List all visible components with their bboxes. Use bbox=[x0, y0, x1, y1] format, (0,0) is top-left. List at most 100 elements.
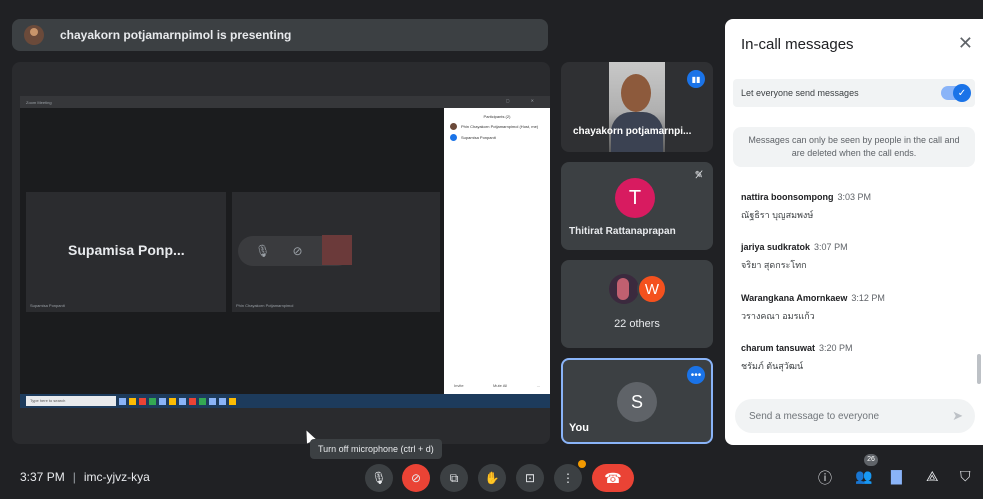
taskbar-app-icon bbox=[169, 397, 176, 405]
participant-avatar: T bbox=[615, 178, 655, 218]
shared-video-tile-right: 🎙 ⊘ ⊖ Phin Chayakorn Potjamarnpimol bbox=[232, 192, 440, 312]
more-options-icon[interactable]: ••• bbox=[687, 366, 705, 384]
panel-title: In-call messages bbox=[741, 36, 854, 53]
message-time: 3:07 PM bbox=[814, 242, 848, 252]
messages-notice: Messages can only be seen by people in t… bbox=[733, 127, 975, 167]
taskbar-app-icon bbox=[199, 397, 206, 405]
shared-screen: Zoom Meeting ▢ ✕ Supamisa Ponp... Supami… bbox=[20, 96, 550, 408]
meeting-code: imc-yjvz-kya bbox=[83, 470, 150, 484]
shared-tile-name: Supamisa Ponp... bbox=[68, 242, 185, 258]
taskbar-app-icon bbox=[129, 397, 136, 405]
phone-hangup-icon: ☎ bbox=[604, 469, 622, 486]
participant-name: chayakorn potjamarnpi... bbox=[573, 126, 692, 137]
message-sender: charum tansuwat bbox=[741, 343, 816, 353]
taskbar-app-icon bbox=[229, 397, 236, 405]
participant-tile-others[interactable]: W 22 others bbox=[561, 260, 713, 348]
info-icon[interactable]: ⓘ bbox=[818, 468, 832, 488]
taskbar-app-icon bbox=[189, 397, 196, 405]
message-text: ณัฐธิรา บุญสมพงษ์ bbox=[741, 210, 814, 220]
presenting-banner: chayakorn potjamarnpimol is presenting bbox=[12, 19, 548, 51]
shared-panel-footer: Invite Mute All ... bbox=[454, 383, 540, 388]
chat-message: charum tansuwat 3:20 PM ชรัมภ์ ตันสุวัฒน์ bbox=[741, 343, 971, 373]
shared-tile-caption-left: Supamisa Ponpanit bbox=[30, 303, 65, 308]
message-sender: jariya sudkratok bbox=[741, 242, 811, 252]
message-input-wrapper: ➤ bbox=[735, 399, 975, 433]
presentation-tile[interactable]: Zoom Meeting ▢ ✕ Supamisa Ponp... Supami… bbox=[12, 62, 550, 444]
host-controls-icon[interactable]: ⛉ bbox=[960, 468, 971, 485]
shared-tile-caption-right: Phin Chayakorn Potjamarnpimol bbox=[236, 303, 294, 308]
taskbar-app-icon bbox=[179, 397, 186, 405]
chat-message: Warangkana Amornkaew 3:12 PM วรางคณา อมรแ… bbox=[741, 293, 971, 323]
microphone-tooltip: Turn off microphone (ctrl + d) bbox=[310, 439, 442, 459]
camera-button[interactable]: ⊘ bbox=[402, 464, 430, 492]
camera-off-icon: ⊘ bbox=[410, 471, 422, 485]
microphone-button[interactable]: 🎙 bbox=[365, 464, 393, 492]
participant-avatar: S bbox=[617, 382, 657, 422]
captions-icon: ⧉ bbox=[449, 470, 459, 485]
chat-icon[interactable]: ▇ bbox=[891, 468, 902, 485]
chat-message: nattira boonsompong 3:03 PM ณัฐธิรา บุญสม… bbox=[741, 192, 971, 222]
send-icon[interactable]: ➤ bbox=[952, 408, 963, 424]
message-input[interactable] bbox=[735, 399, 935, 433]
shared-video-tile-left: Supamisa Ponp... Supamisa Ponpanit bbox=[26, 192, 226, 312]
message-time: 3:12 PM bbox=[851, 293, 885, 303]
taskbar-app-icon bbox=[149, 397, 156, 405]
shared-taskbar: Type here to search bbox=[20, 394, 550, 408]
close-icon[interactable]: ✕ bbox=[958, 33, 973, 54]
in-call-messages-panel: In-call messages ✕ Let everyone send mes… bbox=[725, 19, 983, 445]
chat-scrollbar[interactable] bbox=[977, 354, 981, 384]
shared-window-controls: ▢ ✕ bbox=[505, 98, 544, 103]
meeting-separator: | bbox=[72, 470, 76, 484]
taskbar-app-icon bbox=[119, 397, 126, 405]
shared-participants-panel: Participants (2) Phin Chayakorn Potjamar… bbox=[444, 108, 550, 394]
message-time: 3:03 PM bbox=[837, 192, 872, 202]
microphone-icon: 🎙 bbox=[371, 471, 387, 485]
taskbar-app-icon bbox=[209, 397, 216, 405]
shared-tile-thumbnail bbox=[322, 235, 352, 265]
message-time: 3:20 PM bbox=[819, 343, 853, 353]
taskbar-app-icon bbox=[159, 397, 166, 405]
mic-off-icon: 🎙 bbox=[255, 244, 271, 258]
participant-avatar-photo bbox=[609, 274, 639, 304]
taskbar-app-icon bbox=[219, 397, 226, 405]
people-icon[interactable]: 👥 bbox=[855, 468, 872, 485]
participant-tile-self[interactable]: ••• S You bbox=[561, 358, 713, 444]
meeting-info: 3:37 PM | imc-yjvz-kya bbox=[20, 470, 150, 484]
toggle-label: Let everyone send messages bbox=[741, 88, 859, 98]
present-button[interactable]: ⊡ bbox=[516, 464, 544, 492]
clock-time: 3:37 PM bbox=[20, 470, 65, 484]
participant-avatar: W bbox=[637, 274, 667, 304]
more-vert-icon: ⋮ bbox=[562, 471, 574, 485]
participant-tile-presenter[interactable]: chayakorn potjamarnpi... ▮▮ bbox=[561, 62, 713, 152]
others-count: 22 others bbox=[614, 318, 660, 330]
participant-count-badge: 26 bbox=[864, 454, 878, 466]
participant-name: You bbox=[569, 422, 589, 434]
participant-name: Thitirat Rattanaprapan bbox=[569, 226, 676, 237]
participant-face bbox=[621, 74, 651, 112]
message-text: วรางคณา อมรแก้ว bbox=[741, 311, 815, 321]
mic-off-icon: ✎̸ bbox=[694, 170, 703, 181]
message-text: ชรัมภ์ ตันสุวัฒน์ bbox=[741, 361, 804, 371]
activities-icon[interactable]: ⟁ bbox=[926, 468, 939, 485]
send-messages-toggle-row[interactable]: Let everyone send messages ✓ bbox=[733, 79, 975, 107]
more-options-button[interactable]: ⋮ bbox=[554, 464, 582, 492]
present-icon: ⊡ bbox=[524, 471, 536, 485]
chat-message: jariya sudkratok 3:07 PM จริยา สุดกระโทก bbox=[741, 242, 971, 272]
bottom-bar: 3:37 PM | imc-yjvz-kya 🎙 ⊘ ⧉ ✋ ⊡ ⋮ ☎ ⓘ 👥 2… bbox=[0, 454, 983, 499]
shared-taskbar-search: Type here to search bbox=[26, 396, 116, 406]
shared-participant-row: Phin Chayakorn Potjamarnpimol (Host, me) bbox=[444, 119, 550, 130]
presenter-avatar bbox=[24, 25, 44, 45]
shared-window-titlebar: Zoom Meeting ▢ ✕ bbox=[20, 96, 550, 108]
send-messages-toggle[interactable]: ✓ bbox=[941, 84, 971, 102]
captions-button[interactable]: ⧉ bbox=[440, 464, 468, 492]
notification-dot bbox=[578, 460, 586, 468]
leave-call-button[interactable]: ☎ bbox=[592, 464, 634, 492]
raise-hand-button[interactable]: ✋ bbox=[478, 464, 506, 492]
hand-icon: ✋ bbox=[484, 471, 500, 485]
taskbar-app-icon bbox=[139, 397, 146, 405]
check-icon: ✓ bbox=[953, 84, 971, 102]
participant-tile-thitirat[interactable]: ✎̸ T Thitirat Rattanaprapan bbox=[561, 162, 713, 250]
message-sender: Warangkana Amornkaew bbox=[741, 293, 848, 303]
message-text: จริยา สุดกระโทก bbox=[741, 260, 807, 270]
presenting-text: chayakorn potjamarnpimol is presenting bbox=[60, 28, 292, 42]
